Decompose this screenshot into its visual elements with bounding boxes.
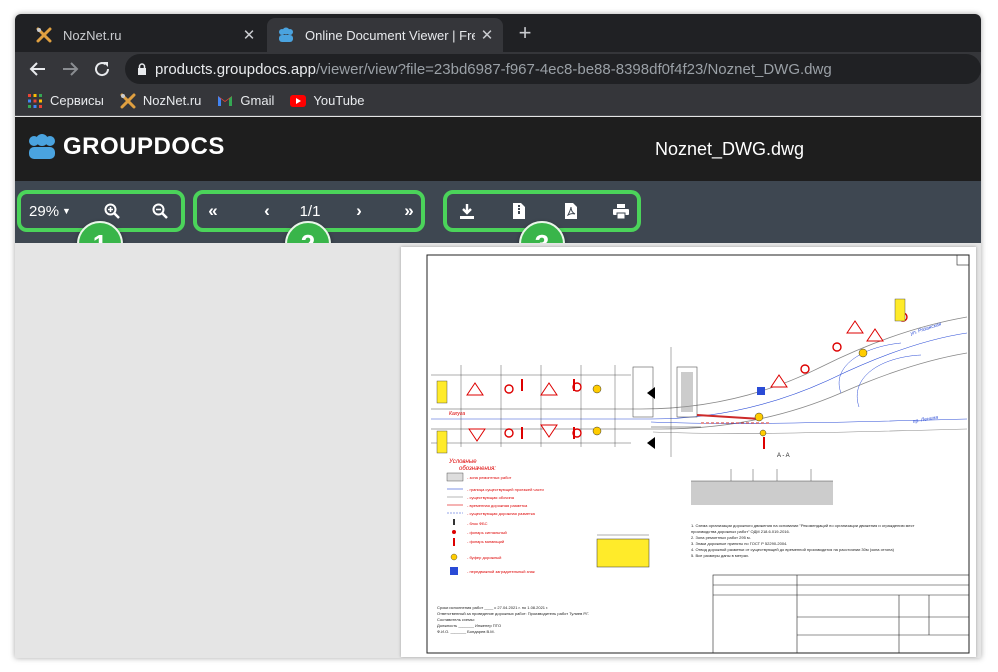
download-original-button[interactable] [505, 194, 533, 228]
svg-text:4. Отвод дорожной разметки от: 4. Отвод дорожной разметки от существующ… [691, 547, 895, 552]
street-label: ул. Рязанская [909, 321, 943, 337]
back-arrow-icon [29, 62, 45, 76]
cad-drawing: Условные обозначения: - зона ремонтных р… [426, 254, 970, 654]
logo-text: GROUPDOCS [63, 133, 225, 160]
file-pdf-icon [565, 203, 577, 219]
url-path: /viewer/view?file=23bd6987-f967-4ec8-be8… [315, 60, 832, 78]
new-tab-button[interactable]: + [513, 22, 537, 46]
bookmark-label: Сервисы [50, 93, 104, 108]
document-name: Noznet_DWG.dwg [655, 139, 805, 159]
bookmark-gmail[interactable]: Gmail [217, 93, 274, 109]
svg-text:3. Знаки дорожные приняты по Г: 3. Знаки дорожные приняты по ГОСТ Р 5229… [691, 541, 787, 546]
first-page-button[interactable]: « [201, 194, 225, 228]
zoom-value: 29% [29, 202, 60, 220]
svg-text:Должность _______ Инженер ПТО: Должность _______ Инженер ПТО [437, 623, 501, 628]
tab-title: NozNet.ru [63, 27, 122, 43]
svg-text:Ф.И.О. _______ Бондарев В.М.: Ф.И.О. _______ Бондарев В.М. [437, 629, 495, 634]
svg-text:- существующая обочина: - существующая обочина [467, 495, 515, 500]
svg-text:- передвижной заградительный з: - передвижной заградительный знак [467, 569, 535, 574]
svg-text:Составитель схемы:: Составитель схемы: [437, 617, 475, 622]
close-icon[interactable]: ✕ [237, 26, 261, 44]
print-button[interactable] [607, 194, 635, 228]
tab-document-viewer[interactable]: Online Document Viewer | Free G ✕ [267, 18, 503, 52]
download-pdf-button[interactable] [557, 194, 585, 228]
tab-noznet[interactable]: NozNet.ru ✕ [25, 18, 265, 52]
file-archive-icon [513, 203, 525, 219]
download-icon [460, 204, 474, 219]
bookmark-label: NozNet.ru [142, 93, 202, 108]
bookmarks-bar: Сервисы NozNet.ru Gmail YouTube [15, 86, 981, 116]
svg-text:- зона ремонтных работ: - зона ремонтных работ [467, 475, 512, 480]
zoom-out-button[interactable] [147, 194, 173, 228]
next-page-button[interactable]: › [347, 194, 371, 228]
forward-button[interactable] [57, 56, 83, 82]
svg-text:- граница существующей проезже: - граница существующей проезжей части [467, 487, 544, 492]
svg-text:- фонарь сигнальный: - фонарь сигнальный [467, 530, 507, 535]
lock-icon [137, 62, 147, 76]
reload-button[interactable] [89, 56, 115, 82]
forward-arrow-icon [63, 62, 79, 76]
groupdocs-icon [277, 26, 295, 44]
street-label: пр. Ленина [912, 415, 938, 425]
groupdocs-logo[interactable]: GROUPDOCS [27, 133, 225, 161]
back-button[interactable] [25, 56, 51, 82]
viewer-toolbar: 29% ▼ 1 « ‹ 1/1 › » [15, 181, 981, 267]
bookmark-noznet[interactable]: NozNet.ru [120, 93, 202, 109]
printer-icon [613, 203, 629, 219]
chevron-left-icon: ‹ [264, 201, 270, 220]
double-chevron-right-icon: » [404, 201, 414, 220]
bookmark-label: YouTube [313, 93, 365, 108]
svg-text:- временная дорожная разметка: - временная дорожная разметка [467, 503, 528, 508]
svg-text:- фонарь мигающий: - фонарь мигающий [467, 539, 504, 544]
document-page[interactable]: Условные обозначения: - зона ремонтных р… [401, 247, 976, 657]
svg-text:Ответственный за проведение до: Ответственный за проведение дорожных раб… [437, 611, 589, 616]
previous-page-button[interactable]: ‹ [255, 194, 279, 228]
svg-text:Сроки исполнения работ ____ с: Сроки исполнения работ ____ с 27.04.2021… [437, 605, 548, 610]
zoom-dropdown[interactable]: 29% ▼ [27, 194, 73, 228]
app-header: GROUPDOCS Noznet_DWG.dwg [15, 117, 981, 181]
close-icon[interactable]: ✕ [475, 26, 499, 44]
reload-icon [95, 62, 110, 77]
apps-grid-icon [27, 93, 43, 109]
gmail-icon [217, 93, 233, 109]
double-chevron-left-icon: « [208, 201, 218, 220]
street-label: Калуга [449, 411, 465, 417]
tab-title: Online Document Viewer | Free G [305, 27, 475, 43]
bookmark-youtube[interactable]: YouTube [290, 93, 364, 109]
zoom-out-icon [152, 203, 168, 219]
svg-text:5. Все размеры даны в метрах.: 5. Все размеры даны в метрах. [691, 553, 749, 558]
tab-strip: NozNet.ru ✕ Online Document Viewer | Fre… [15, 14, 981, 52]
url-host: products.groupdocs.app [155, 60, 316, 78]
address-bar[interactable]: products.groupdocs.app/viewer/view?file=… [125, 54, 981, 84]
noznet-icon [120, 93, 136, 109]
groupdocs-icon [29, 134, 55, 159]
bookmark-label: Gmail [240, 93, 275, 108]
download-button[interactable] [453, 194, 481, 228]
svg-text:производства дорожных работ" О: производства дорожных работ" ОДМ 218.6.0… [691, 529, 790, 534]
svg-text:обозначения:: обозначения: [459, 466, 496, 472]
caret-down-icon: ▼ [62, 206, 71, 216]
noznet-icon [35, 26, 53, 44]
section-label: A - A [777, 453, 790, 459]
zoom-in-icon [104, 203, 120, 219]
svg-text:Условные: Условные [448, 459, 477, 465]
browser-window: NozNet.ru ✕ Online Document Viewer | Fre… [15, 14, 981, 658]
browser-toolbar: products.groupdocs.app/viewer/view?file=… [15, 52, 981, 86]
document-viewport[interactable]: Условные обозначения: - зона ремонтных р… [15, 243, 981, 658]
svg-text:- существующая дорожная размет: - существующая дорожная разметка [467, 511, 536, 516]
svg-text:- блок ФБС: - блок ФБС [467, 521, 488, 526]
svg-text:1. Схема организации дорожного: 1. Схема организации дорожного движения … [691, 523, 915, 528]
last-page-button[interactable]: » [397, 194, 421, 228]
chevron-right-icon: › [356, 201, 362, 220]
svg-text:- буфер дорожный: - буфер дорожный [467, 555, 501, 560]
svg-text:2. Зона ремонтных работ 295 м.: 2. Зона ремонтных работ 295 м. [691, 535, 751, 540]
bookmark-services[interactable]: Сервисы [27, 93, 104, 109]
youtube-icon [290, 93, 307, 109]
